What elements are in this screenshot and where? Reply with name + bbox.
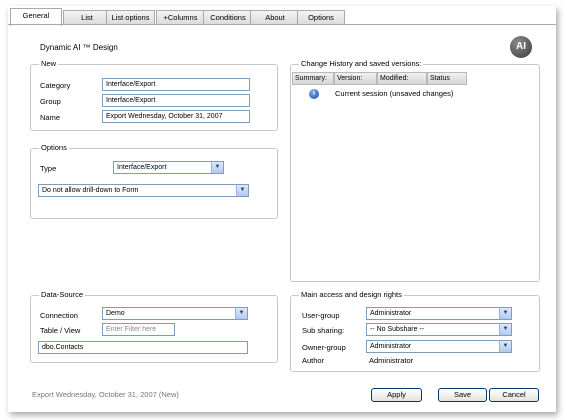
ownergroup-label: Owner-group	[302, 343, 346, 352]
save-button[interactable]: Save	[438, 388, 487, 402]
group-field[interactable]: Interface/Export	[102, 94, 250, 107]
category-label: Category	[40, 81, 71, 90]
tab-bar: General List List options +Columns Condi…	[8, 6, 556, 26]
group-label: Group	[40, 97, 61, 106]
tab-label: +Columns	[163, 13, 198, 22]
tab-label: About	[265, 13, 285, 22]
datasource-group-legend: Data-Source	[39, 290, 86, 299]
type-select-value: Interface/Export	[117, 164, 167, 171]
chevron-down-icon[interactable]: ▼	[499, 324, 511, 335]
chevron-down-icon[interactable]: ▼	[211, 162, 223, 173]
tab-about[interactable]: About	[250, 10, 300, 25]
column-header[interactable]: Status	[427, 72, 467, 85]
logo-icon: AI	[510, 36, 532, 58]
usergroup-select-value: Administrator	[370, 310, 412, 317]
subsharing-select-value: -- No Subshare --	[370, 326, 425, 333]
type-select[interactable]: Interface/Export ▼	[113, 161, 224, 174]
tab-columns[interactable]: +Columns	[156, 10, 205, 25]
tab-label: List options	[111, 13, 150, 22]
subsharing-label: Sub sharing:	[302, 326, 345, 335]
tab-conditions[interactable]: Conditions	[203, 10, 253, 25]
type-label: Type	[40, 164, 57, 173]
footer-status: Export Wednesday, October 31, 2007 (New)	[32, 390, 179, 399]
chevron-down-icon[interactable]: ▼	[499, 308, 511, 319]
usergroup-select[interactable]: Administrator ▼	[366, 307, 512, 320]
author-value: Administrator	[369, 356, 414, 365]
column-header[interactable]: Summary:	[292, 72, 334, 85]
connection-label: Connection	[40, 311, 78, 320]
tab-label: Conditions	[210, 13, 246, 22]
tab-list-options[interactable]: List options	[106, 10, 155, 25]
tab-label: Options	[308, 13, 334, 22]
tab-options[interactable]: Options	[297, 10, 345, 25]
tableview-label: Table / View	[40, 326, 81, 335]
cancel-button[interactable]: Cancel	[489, 388, 539, 402]
chevron-down-icon[interactable]: ▼	[235, 308, 247, 319]
ownergroup-select[interactable]: Administrator ▼	[366, 340, 512, 353]
history-row-text[interactable]: Current session (unsaved changes)	[335, 89, 453, 98]
options-group-legend: Options	[39, 143, 69, 152]
drilldown-select-value: Do not allow drill-down to Form	[42, 187, 139, 194]
ownergroup-select-value: Administrator	[370, 343, 412, 350]
tab-label: List	[81, 13, 93, 22]
chevron-down-icon[interactable]: ▼	[236, 185, 248, 196]
apply-button[interactable]: Apply	[371, 388, 422, 402]
column-header[interactable]: Modified:	[377, 72, 427, 85]
new-group-legend: New	[39, 59, 59, 68]
name-field[interactable]: Export Wednesday, October 31, 2007	[102, 110, 250, 123]
name-label: Name	[40, 113, 61, 122]
table-field[interactable]: dbo.Contacts	[38, 341, 248, 354]
tab-label: General	[22, 11, 50, 20]
history-group-legend: Change History and saved versions:	[299, 59, 424, 68]
author-label: Author	[302, 356, 325, 365]
page-title: Dynamic AI ™ Design	[40, 43, 118, 52]
drilldown-select[interactable]: Do not allow drill-down to Form ▼	[38, 184, 249, 197]
connection-select[interactable]: Demo ▼	[102, 307, 248, 320]
subsharing-select[interactable]: -- No Subshare -- ▼	[366, 323, 512, 336]
access-group-legend: Main access and design rights	[299, 290, 404, 299]
connection-select-value: Demo	[106, 310, 125, 317]
tab-divider	[8, 24, 556, 25]
tab-list[interactable]: List	[63, 10, 111, 25]
category-field[interactable]: Interface/Export	[102, 78, 250, 91]
info-icon[interactable]: i	[309, 89, 319, 99]
chevron-down-icon[interactable]: ▼	[499, 341, 511, 352]
usergroup-label: User-group	[302, 311, 340, 320]
column-header[interactable]: Version:	[334, 72, 377, 85]
filter-input[interactable]: Enter Filter here	[102, 323, 175, 336]
